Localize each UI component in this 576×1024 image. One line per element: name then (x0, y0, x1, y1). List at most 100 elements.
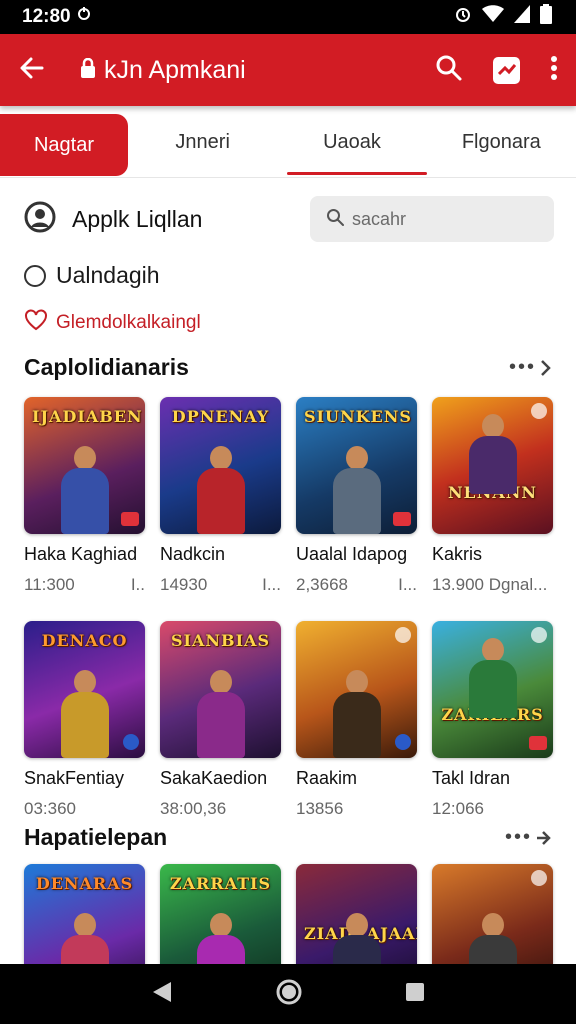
game-name: Raakim (296, 768, 358, 788)
search-box[interactable] (310, 196, 554, 242)
search-input[interactable] (352, 208, 532, 230)
profile-row: Applk Liqllan (24, 196, 554, 242)
game-name: Uaalal Idapog (296, 544, 408, 564)
radio-option-row[interactable]: Ualndagih (24, 262, 160, 289)
tab-bar: Nagtar Jnneri Uaoak Flgonara (0, 108, 576, 178)
game-stat-extra: I... (262, 575, 281, 594)
game-thumbnail[interactable] (296, 621, 417, 758)
favorite-label: Glemdolkalkaingl (56, 312, 201, 333)
game-logo: IJADIABEN (32, 407, 143, 426)
bookmark-icon[interactable] (531, 403, 547, 419)
game-stat: 03:360 (24, 799, 76, 818)
more-button[interactable]: ••• (505, 826, 552, 849)
avatar-icon[interactable] (24, 201, 56, 238)
game-card[interactable]: IJADIABEN Haka Kaghiad 11:300 I.. (24, 397, 145, 595)
game-meta: 12:066 (432, 799, 553, 819)
badge-icon (393, 512, 411, 526)
more-button[interactable]: ••• (509, 356, 552, 379)
favorite-row[interactable]: Glemdolkalkaingl (24, 309, 201, 337)
shortcut-button[interactable] (493, 56, 520, 84)
game-logo: DENARAS (35, 874, 134, 893)
bookmark-icon[interactable] (531, 870, 547, 886)
game-name: SnakFentiay (24, 768, 125, 788)
game-logo: SIANBIAS (170, 631, 271, 650)
sync-icon (77, 6, 91, 28)
game-logo: ZARRATIS (169, 874, 272, 893)
bookmark-icon[interactable] (395, 627, 411, 643)
tab-3[interactable]: Flgonara (427, 108, 576, 177)
game-thumbnail[interactable]: DENACO (24, 621, 145, 758)
character-figure (327, 446, 387, 534)
game-stat-extra: I... (398, 575, 417, 594)
status-time: 12:80 (22, 6, 71, 27)
chevron-right-icon (541, 359, 551, 376)
lock-icon (80, 56, 96, 85)
system-nav-bar (0, 964, 576, 1024)
game-card[interactable]: ZARIEARS Takl Idran 12:066 (432, 621, 553, 819)
game-name: SakaKaedion (160, 768, 268, 788)
section-title: Hapatielepan (24, 824, 168, 850)
recents-icon[interactable] (405, 982, 425, 1007)
game-logo: SIUNKENS (304, 407, 412, 426)
game-logo: DENACO (41, 631, 128, 650)
game-stat: 2,3668 (296, 575, 348, 594)
section-header-2: Hapatielepan ••• (24, 824, 552, 851)
game-meta: 38:00,36 (160, 799, 281, 819)
character-figure (327, 670, 387, 758)
game-thumbnail[interactable]: DPNENAY (160, 397, 281, 534)
game-card[interactable]: NENANN Kakris 13.900 Dgnal... (432, 397, 553, 595)
tab-0[interactable]: Nagtar (0, 114, 128, 176)
game-logo: DPNENAY (171, 407, 270, 426)
section-header-1: Caplolidianaris ••• (24, 354, 552, 381)
game-card[interactable]: DENACO SnakFentiay 03:360 (24, 621, 145, 819)
app-title-area: kJn Apmkani (80, 56, 435, 85)
status-bar: 12:80 (0, 0, 576, 34)
app-bar: kJn Apmkani (0, 34, 576, 106)
game-name: Nadkcin (160, 544, 226, 564)
game-stat: 14930 (160, 575, 208, 594)
bookmark-icon[interactable] (531, 627, 547, 643)
more-dots-icon: ••• (504, 826, 532, 848)
character-figure (55, 670, 115, 758)
back-icon[interactable] (151, 980, 173, 1009)
tab-1[interactable]: Jnneri (128, 108, 277, 177)
game-stat: 13856 (296, 799, 344, 818)
game-thumbnail[interactable]: ZARIEARS (432, 621, 553, 758)
character-figure (191, 670, 251, 758)
profile-name: Applk Liqllan (72, 205, 203, 232)
game-card[interactable]: DPNENAY Nadkcin 14930 I... (160, 397, 281, 595)
search-icon[interactable] (435, 54, 463, 87)
battery-icon (540, 4, 552, 30)
game-meta: 13856 (296, 799, 417, 819)
game-card[interactable]: SIANBIAS SakaKaedion 38:00,36 (160, 621, 281, 819)
search-icon (326, 208, 344, 231)
badge-icon (529, 736, 547, 750)
tab-2[interactable]: Uaoak (277, 108, 427, 177)
game-card[interactable]: SIUNKENS Uaalal Idapog 2,3668 I... (296, 397, 417, 595)
arrow-right-icon (537, 830, 551, 845)
game-card[interactable]: Raakim 13856 (296, 621, 417, 819)
game-meta: 2,3668 I... (296, 575, 417, 595)
character-figure (55, 446, 115, 534)
game-stat: 38:00,36 (160, 799, 227, 818)
game-thumbnail[interactable]: SIANBIAS (160, 621, 281, 758)
alarm-icon (454, 5, 472, 29)
badge-icon (121, 512, 139, 526)
badge-icon (123, 734, 139, 750)
game-thumbnail[interactable]: NENANN (432, 397, 553, 534)
wifi-icon (482, 5, 504, 29)
app-title: kJn Apmkani (104, 55, 246, 84)
game-name: Kakris (432, 544, 483, 564)
radio-button[interactable] (24, 264, 46, 287)
game-name: Takl Idran (432, 768, 511, 788)
heart-icon (24, 309, 48, 337)
radio-label: Ualndagih (56, 262, 160, 288)
game-thumbnail[interactable]: SIUNKENS (296, 397, 417, 534)
back-arrow-icon[interactable] (18, 54, 46, 87)
character-figure (191, 446, 251, 534)
home-icon[interactable] (276, 979, 302, 1010)
game-stat: 13.900 Dgnal... (432, 575, 548, 594)
more-vert-icon[interactable] (550, 55, 558, 86)
game-meta: 03:360 (24, 799, 145, 819)
game-thumbnail[interactable]: IJADIABEN (24, 397, 145, 534)
